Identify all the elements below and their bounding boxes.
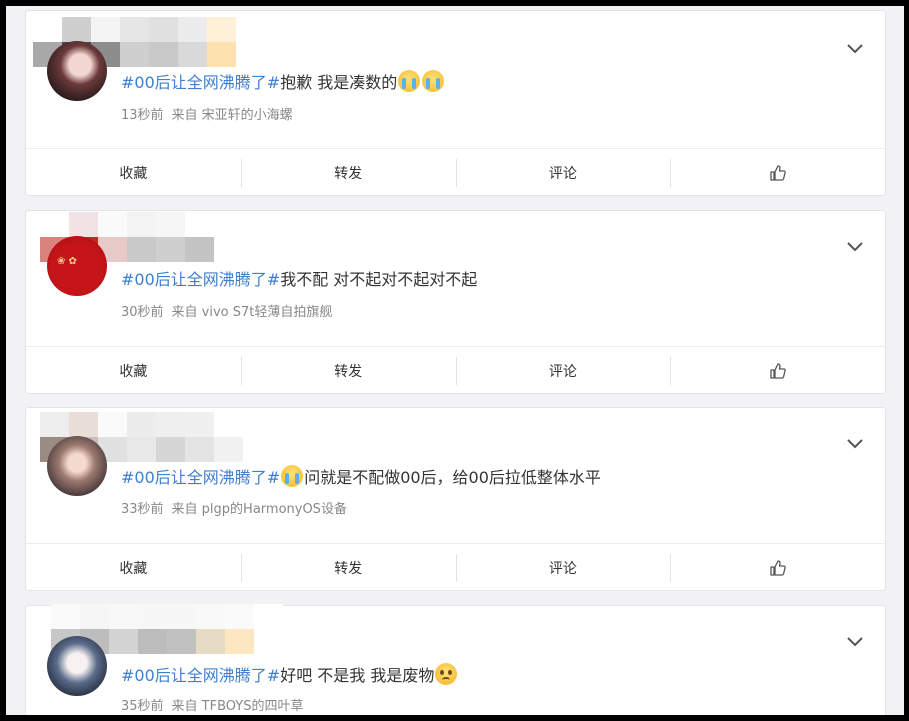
chevron-down-icon[interactable] xyxy=(847,637,863,647)
chevron-down-icon[interactable] xyxy=(847,439,863,449)
chevron-down-icon[interactable] xyxy=(847,44,863,54)
chevron-down-icon[interactable] xyxy=(847,242,863,252)
action-bar: 收藏 转发 评论 xyxy=(26,543,885,592)
avatar[interactable] xyxy=(47,636,107,696)
post-time[interactable]: 33秒前 xyxy=(121,502,164,517)
crying-face-icon xyxy=(422,70,445,92)
post-card: ❀ ✿ #00后让全网沸腾了#我不配 对不起对不起对不起 30秒前 来自 vivo… xyxy=(25,210,886,394)
post-text: 我不配 对不起对不起对不起 xyxy=(280,270,478,289)
post-meta: 33秒前 来自 plgp的HarmonyOS设备 xyxy=(121,498,347,517)
post-content: #00后让全网沸腾了#我不配 对不起对不起对不起 xyxy=(121,266,477,290)
topic-link[interactable]: #00后让全网沸腾了# xyxy=(121,73,280,92)
post-meta: 13秒前 来自 宋亚轩的小海螺 xyxy=(121,104,293,123)
action-bar: 收藏 转发 评论 xyxy=(26,148,885,197)
repost-button[interactable]: 转发 xyxy=(240,544,456,592)
loudly-crying-face-icon xyxy=(281,465,304,487)
post-content: #00后让全网沸腾了#好吧 不是我 我是废物 xyxy=(121,662,458,686)
crying-face-icon xyxy=(398,70,421,92)
action-bar: 收藏 转发 评论 xyxy=(26,346,885,395)
topic-link[interactable]: #00后让全网沸腾了# xyxy=(121,666,280,685)
post-time[interactable]: 35秒前 xyxy=(121,699,164,714)
like-button[interactable] xyxy=(670,149,885,197)
comment-button[interactable]: 评论 xyxy=(455,149,671,197)
post-card: #00后让全网沸腾了#好吧 不是我 我是废物 35秒前 来自 TFBOYS的四叶草 xyxy=(25,604,886,721)
comment-button[interactable]: 评论 xyxy=(455,544,671,592)
favorite-button[interactable]: 收藏 xyxy=(26,347,241,395)
like-button[interactable] xyxy=(670,544,885,592)
comment-button[interactable]: 评论 xyxy=(455,347,671,395)
post-card: #00后让全网沸腾了#抱歉 我是凑数的 13秒前 来自 宋亚轩的小海螺 收藏 转发… xyxy=(25,10,886,196)
avatar-art: ❀ ✿ xyxy=(57,256,77,267)
post-source: 来自 宋亚轩的小海螺 xyxy=(171,108,293,123)
post-meta: 30秒前 来自 vivo S7t轻薄自拍旗舰 xyxy=(121,301,332,320)
avatar[interactable]: ❀ ✿ xyxy=(47,236,107,296)
repost-button[interactable]: 转发 xyxy=(240,149,456,197)
post-content: #00后让全网沸腾了# 问就是不配做00后，给00后拉低整体水平 xyxy=(121,464,601,488)
repost-button[interactable]: 转发 xyxy=(240,347,456,395)
post-text: 抱歉 我是凑数的 xyxy=(280,73,398,92)
post-source: 来自 TFBOYS的四叶草 xyxy=(171,699,304,714)
post-meta: 35秒前 来自 TFBOYS的四叶草 xyxy=(121,695,304,714)
pleading-face-icon xyxy=(435,663,458,685)
thumbs-up-icon xyxy=(769,560,786,576)
avatar[interactable] xyxy=(47,436,107,496)
post-text: 好吧 不是我 我是废物 xyxy=(280,666,435,685)
post-text: 问就是不配做00后，给00后拉低整体水平 xyxy=(304,468,601,487)
topic-link[interactable]: #00后让全网沸腾了# xyxy=(121,468,280,487)
thumbs-up-icon xyxy=(769,165,786,181)
post-time[interactable]: 13秒前 xyxy=(121,108,164,123)
like-button[interactable] xyxy=(670,347,885,395)
post-card: #00后让全网沸腾了# 问就是不配做00后，给00后拉低整体水平 33秒前 来自 p… xyxy=(25,407,886,591)
post-content: #00后让全网沸腾了#抱歉 我是凑数的 xyxy=(121,69,445,93)
avatar[interactable] xyxy=(47,41,107,101)
post-source: 来自 vivo S7t轻薄自拍旗舰 xyxy=(171,305,333,320)
post-time[interactable]: 30秒前 xyxy=(121,305,164,320)
thumbs-up-icon xyxy=(769,363,786,379)
topic-link[interactable]: #00后让全网沸腾了# xyxy=(121,270,280,289)
favorite-button[interactable]: 收藏 xyxy=(26,149,241,197)
post-source: 来自 plgp的HarmonyOS设备 xyxy=(171,502,347,517)
favorite-button[interactable]: 收藏 xyxy=(26,544,241,592)
